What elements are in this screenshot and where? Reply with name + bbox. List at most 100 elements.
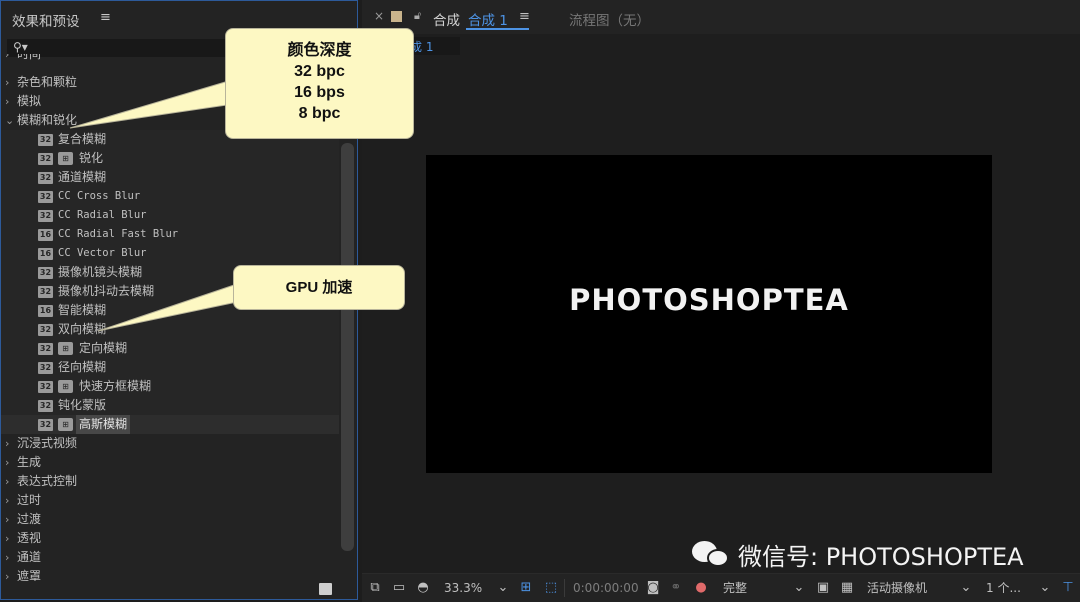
effect-label: 定向模糊	[79, 341, 128, 355]
callout-line: 32 bpc	[294, 63, 345, 80]
effect-label: CC Vector Blur	[58, 247, 147, 259]
chevron-right-icon[interactable]: ›	[5, 92, 9, 111]
category-row[interactable]: › 过渡	[1, 510, 339, 529]
category-row[interactable]: › 遮罩	[1, 567, 339, 581]
effect-label: CC Radial Blur	[58, 209, 147, 221]
effect-label: CC Cross Blur	[58, 190, 141, 202]
effect-row[interactable]: 32 CC Cross Blur	[1, 187, 339, 206]
chevron-right-icon[interactable]: ›	[5, 510, 9, 529]
category-row[interactable]: › 通道	[1, 548, 339, 567]
effect-label: 高斯模糊	[76, 415, 131, 434]
divider	[564, 579, 565, 597]
category-label: 沉浸式视频	[17, 436, 78, 450]
category-row[interactable]: › 表达式控制	[1, 472, 339, 491]
tab-menu-icon[interactable]: ≡	[519, 9, 530, 24]
tab-composition-prefix[interactable]: 合成	[433, 9, 460, 29]
gpu-accel-icon: ⊞	[58, 380, 73, 393]
chevron-right-icon[interactable]: ›	[5, 73, 9, 92]
category-row[interactable]: › 沉浸式视频	[1, 434, 339, 453]
category-row[interactable]: › 透视	[1, 529, 339, 548]
composition-canvas[interactable]: PHOTOSHOPTEA	[426, 155, 992, 473]
composition-panel: × 🔓︎ 合成 合成 1 ≡ 流程图（无） 成 1 PHOTOSHOPTEA 微…	[362, 0, 1080, 602]
effect-label: 复合模糊	[58, 132, 107, 146]
effects-scrollbar[interactable]	[341, 143, 354, 551]
chevron-down-icon[interactable]: ⌄	[790, 579, 808, 597]
callout-line: 颜色深度	[287, 42, 352, 59]
monitor-icon[interactable]: ▭	[390, 579, 408, 597]
camera-view-select[interactable]: 活动摄像机	[867, 579, 927, 597]
grid-guides-icon[interactable]: ⊞	[517, 579, 535, 597]
category-label: 表达式控制	[17, 474, 78, 488]
effect-label: 通道模糊	[58, 170, 107, 184]
category-label: 模拟	[17, 94, 42, 108]
chevron-down-icon[interactable]: ⌄	[957, 579, 975, 597]
effect-row[interactable]: 32 径向模糊	[1, 358, 339, 377]
chevron-right-icon[interactable]: ›	[5, 567, 9, 581]
mask-view-icon[interactable]: ◓	[414, 579, 432, 597]
effect-row[interactable]: 32 CC Radial Blur	[1, 206, 339, 225]
tab-flowchart[interactable]: 流程图（无）	[569, 9, 650, 29]
category-label: 过渡	[17, 512, 42, 526]
category-label: 生成	[17, 455, 42, 469]
callout-line: 8 bpc	[298, 105, 341, 122]
effect-row-selected[interactable]: 32 ⊞ 高斯模糊	[1, 415, 339, 434]
search-icon[interactable]: ⚲▾	[13, 40, 28, 54]
bpc-badge-icon: 32	[38, 324, 53, 336]
category-label: 时间	[17, 54, 42, 61]
effect-row[interactable]: 32 ⊞ 锐化	[1, 149, 339, 168]
effect-label: CC Radial Fast Blur	[58, 228, 179, 240]
bpc-badge-icon: 32	[38, 343, 53, 355]
category-label: 透视	[17, 531, 42, 545]
chevron-down-icon[interactable]: ⌄	[5, 111, 14, 130]
chevron-right-icon[interactable]: ›	[5, 529, 9, 548]
effect-row[interactable]: 32 ⊞ 快速方框模糊	[1, 377, 339, 396]
views-layout-select[interactable]: 1 个...	[986, 579, 1021, 597]
chevron-right-icon[interactable]: ›	[5, 434, 9, 453]
callout-line: 16 bps	[294, 84, 345, 101]
resolution-select[interactable]: 完整	[723, 579, 747, 597]
3d-view-icon[interactable]: ⊤	[1059, 579, 1077, 597]
category-label: 模糊和锐化	[17, 113, 78, 127]
active-tab-indicator	[466, 28, 529, 30]
bpc-badge-icon: 32	[38, 400, 53, 412]
transparency-grid-icon[interactable]: ▦	[838, 579, 856, 597]
effect-label: 摄像机镜头模糊	[58, 265, 143, 279]
effect-row[interactable]: 32 钝化蒙版	[1, 396, 339, 415]
category-label: 通道	[17, 550, 42, 564]
chevron-right-icon[interactable]: ›	[5, 491, 9, 510]
link-icon[interactable]: ⚭	[667, 579, 685, 597]
timecode-display[interactable]: 0:00:00:00	[573, 579, 639, 597]
preview-icon[interactable]: ⧉	[366, 579, 384, 597]
effect-row[interactable]: 32 双向模糊	[1, 320, 339, 339]
category-row[interactable]: › 过时	[1, 491, 339, 510]
fast-preview-icon[interactable]: ▣	[814, 579, 832, 597]
effect-row[interactable]: 32 ⊞ 定向模糊	[1, 339, 339, 358]
bpc-badge-icon: 32	[38, 286, 53, 298]
effect-row[interactable]: 32 通道模糊	[1, 168, 339, 187]
effect-label: 摄像机抖动去模糊	[58, 284, 155, 298]
effect-row[interactable]: 16 CC Vector Blur	[1, 244, 339, 263]
effect-label: 智能模糊	[58, 303, 107, 317]
color-channels-icon[interactable]: ●	[692, 579, 710, 597]
new-folder-icon[interactable]	[319, 583, 332, 595]
chevron-right-icon[interactable]: ›	[5, 54, 9, 64]
close-icon[interactable]: ×	[374, 9, 384, 23]
chevron-right-icon[interactable]: ›	[5, 453, 9, 472]
effect-row[interactable]: 16 CC Radial Fast Blur	[1, 225, 339, 244]
bpc-badge-icon: 32	[38, 153, 53, 165]
chevron-right-icon[interactable]: ›	[5, 472, 9, 491]
tab-composition-name[interactable]: 合成 1	[468, 9, 508, 29]
watermark: 微信号: PHOTOSHOPTEA	[692, 537, 1024, 571]
chevron-down-icon[interactable]: ⌄	[1036, 579, 1054, 597]
zoom-select[interactable]: 33.3%	[444, 579, 482, 597]
chevron-right-icon[interactable]: ›	[5, 548, 9, 567]
effect-label: 锐化	[79, 151, 104, 165]
region-of-interest-icon[interactable]: ⬚	[542, 579, 560, 597]
lock-icon[interactable]: 🔓︎	[414, 9, 421, 23]
camera-icon[interactable]: ◙	[644, 579, 662, 597]
category-row[interactable]: › 生成	[1, 453, 339, 472]
chevron-down-icon[interactable]: ⌄	[494, 579, 512, 597]
canvas-text-layer[interactable]: PHOTOSHOPTEA	[426, 283, 992, 317]
bpc-badge-icon: 32	[38, 191, 53, 203]
panel-menu-icon[interactable]: ≡	[100, 10, 111, 25]
